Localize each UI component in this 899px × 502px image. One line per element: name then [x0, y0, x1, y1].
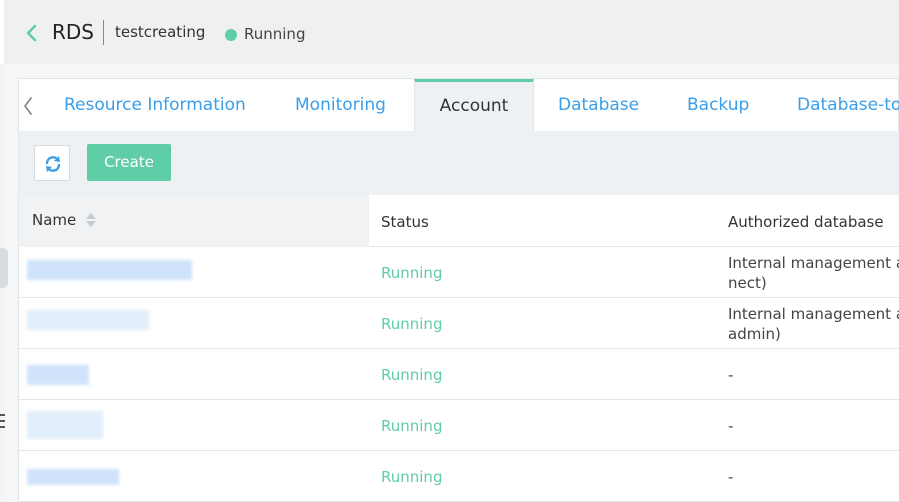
table-row: Running -: [19, 349, 899, 400]
header-bar: RDS testcreating Running: [0, 0, 899, 64]
column-header-name[interactable]: Name: [32, 211, 76, 229]
row-authorized-db: -: [728, 417, 734, 435]
tab-bar: Resource Information Monitoring Account …: [18, 78, 899, 132]
column-header-status: Status: [381, 213, 429, 231]
table-row: Running -: [19, 451, 899, 502]
tab-monitoring[interactable]: Monitoring: [295, 79, 386, 132]
menu-icon[interactable]: [0, 412, 6, 430]
row-authorized-db: -: [728, 468, 734, 486]
sort-icon[interactable]: [85, 212, 97, 228]
tab-database-to[interactable]: Database-to: [797, 79, 899, 132]
status-dot-icon: [225, 29, 237, 41]
refresh-icon: [45, 156, 61, 172]
instance-status: Running: [244, 25, 306, 43]
tab-prev-chevron-icon[interactable]: [19, 79, 41, 132]
app-title: RDS: [52, 20, 94, 44]
tab-backup[interactable]: Backup: [687, 79, 749, 132]
account-name-redacted[interactable]: [27, 365, 89, 385]
title-divider: [103, 20, 104, 45]
row-status: Running: [381, 366, 443, 384]
row-authorized-db-line2: nect): [728, 274, 767, 292]
row-status: Running: [381, 468, 443, 486]
row-status: Running: [381, 264, 443, 282]
account-name-redacted[interactable]: [27, 260, 192, 280]
row-authorized-db-line1: Internal management ac: [728, 305, 899, 323]
instance-name: testcreating: [115, 23, 206, 41]
row-authorized-db-line1: Internal management ac: [728, 254, 899, 272]
row-authorized-db: -: [728, 366, 734, 384]
side-panel-handle[interactable]: [0, 248, 8, 288]
table-row: Running -: [19, 400, 899, 451]
refresh-button[interactable]: [34, 145, 70, 181]
account-name-redacted[interactable]: [27, 310, 149, 330]
table-header: Name Status Authorized database: [19, 195, 899, 247]
accounts-table: Name Status Authorized database Running …: [18, 195, 899, 502]
column-header-authorized-database: Authorized database: [728, 213, 884, 231]
row-authorized-db-line2: admin): [728, 325, 781, 343]
table-row: Running Internal management ac nect): [19, 247, 899, 298]
account-name-redacted[interactable]: [27, 469, 119, 485]
tab-resource-information[interactable]: Resource Information: [64, 79, 246, 132]
toolbar: Create: [18, 131, 899, 195]
row-status: Running: [381, 417, 443, 435]
tab-database[interactable]: Database: [558, 79, 639, 132]
tab-account[interactable]: Account: [414, 79, 534, 132]
table-row: Running Internal management ac admin): [19, 298, 899, 349]
back-chevron-icon[interactable]: [24, 22, 40, 44]
create-button[interactable]: Create: [87, 144, 171, 181]
account-name-redacted[interactable]: [27, 411, 103, 439]
row-status: Running: [381, 315, 443, 333]
